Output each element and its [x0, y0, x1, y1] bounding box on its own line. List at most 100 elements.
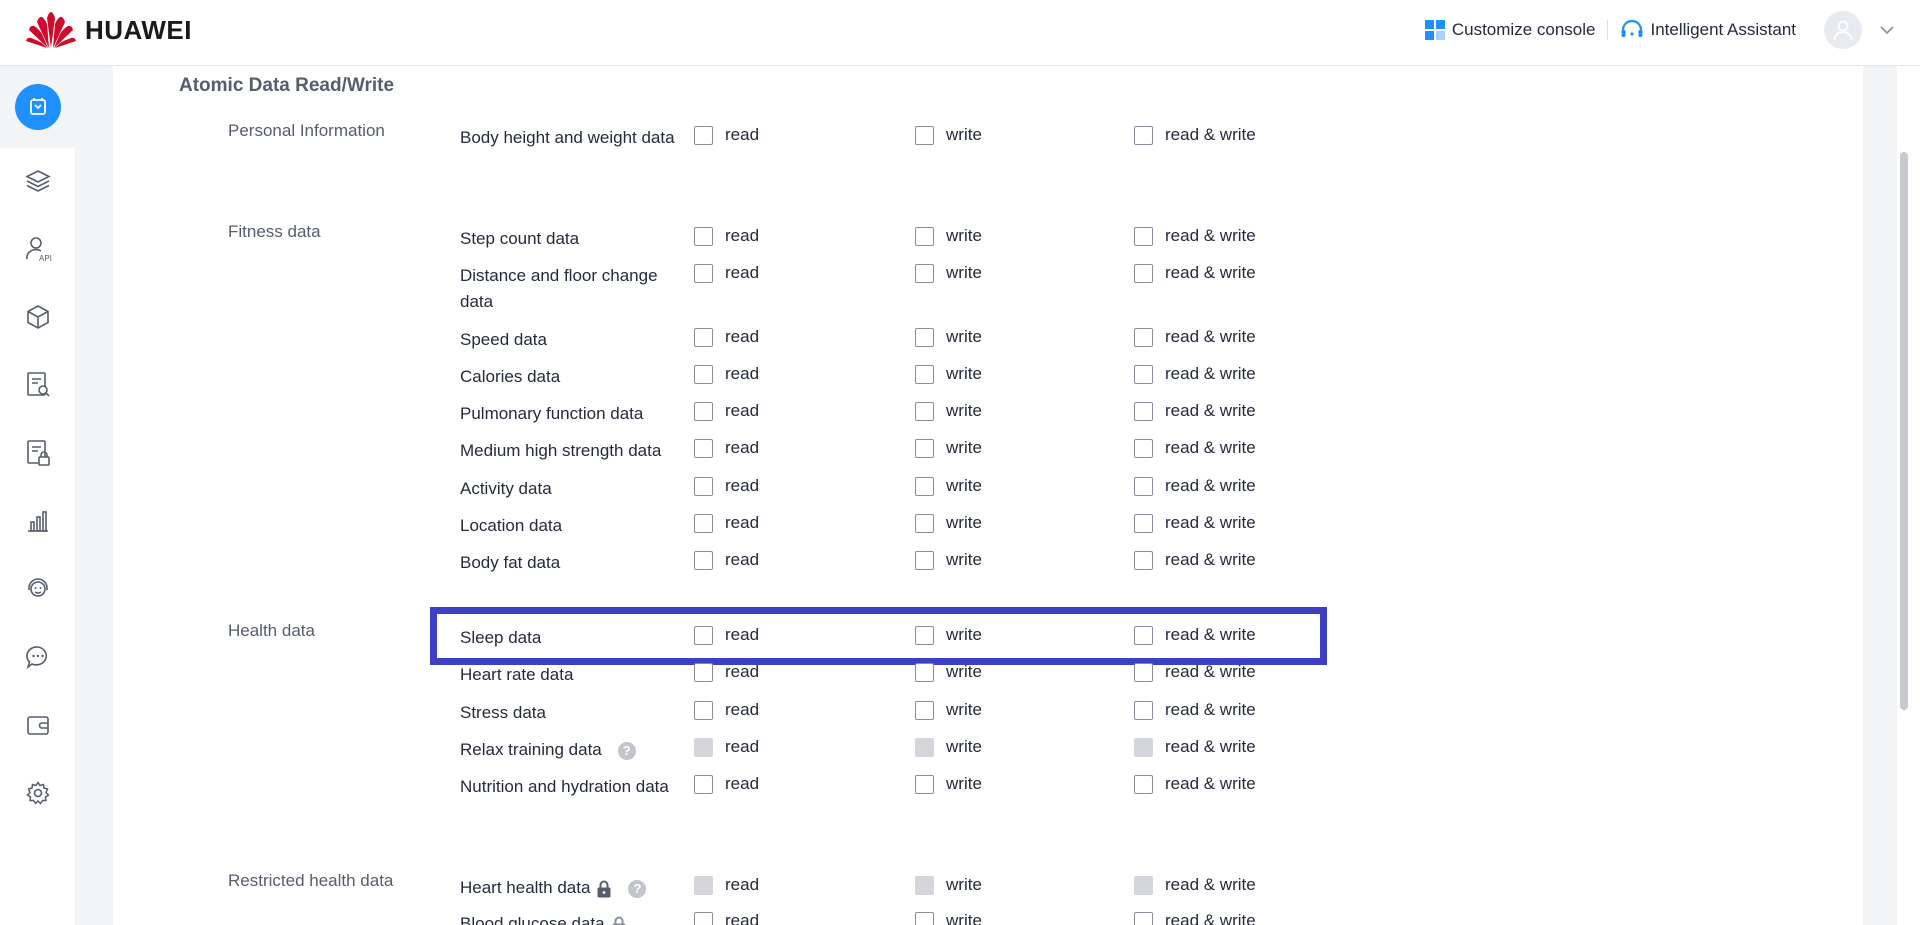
checkbox-box[interactable]	[915, 327, 934, 347]
read-write-checkbox[interactable]: read & write	[1134, 125, 1256, 145]
sidebar-item-document-lock[interactable]	[0, 426, 75, 480]
read-write-checkbox[interactable]: read & write	[1134, 513, 1256, 533]
checkbox-box[interactable]	[915, 438, 934, 458]
sidebar-item-analytics[interactable]	[0, 494, 75, 548]
checkbox-box[interactable]	[1134, 476, 1153, 496]
read-write-checkbox[interactable]: read & write	[1134, 476, 1256, 496]
read-write-checkbox[interactable]: read & write	[1134, 327, 1256, 347]
read-checkbox[interactable]: read	[694, 513, 759, 533]
read-checkbox[interactable]: read	[694, 625, 759, 645]
checkbox-box[interactable]	[694, 911, 713, 925]
checkbox-box[interactable]	[1134, 327, 1153, 347]
checkbox-box[interactable]	[1134, 550, 1153, 570]
checkbox-box[interactable]	[694, 401, 713, 421]
scrollbar-thumb[interactable]	[1900, 152, 1908, 710]
read-checkbox[interactable]: read	[694, 476, 759, 496]
read-checkbox[interactable]: read	[694, 662, 759, 682]
checkbox-box[interactable]	[1134, 364, 1153, 384]
checkbox-box[interactable]	[694, 550, 713, 570]
checkbox-box[interactable]	[694, 700, 713, 720]
checkbox-box[interactable]	[694, 513, 713, 533]
sidebar-item-layers[interactable]	[0, 154, 75, 208]
checkbox-box[interactable]	[694, 476, 713, 496]
checkbox-box[interactable]	[915, 401, 934, 421]
checkbox-box[interactable]	[915, 774, 934, 794]
checkbox-box[interactable]	[1134, 263, 1153, 283]
sidebar-item-chat[interactable]	[0, 630, 75, 684]
write-checkbox[interactable]: write	[915, 364, 982, 384]
read-write-checkbox[interactable]: read & write	[1134, 550, 1256, 570]
write-checkbox[interactable]: write	[915, 476, 982, 496]
read-checkbox[interactable]: read	[694, 364, 759, 384]
write-checkbox[interactable]: write	[915, 438, 982, 458]
checkbox-box[interactable]	[915, 364, 934, 384]
checkbox-box[interactable]	[694, 625, 713, 645]
write-checkbox[interactable]: write	[915, 513, 982, 533]
sidebar-item-support[interactable]	[0, 562, 75, 616]
read-write-checkbox[interactable]: read & write	[1134, 911, 1256, 925]
sidebar-item-document-search[interactable]	[0, 358, 75, 412]
sidebar-item-app-service[interactable]	[0, 66, 75, 148]
read-checkbox[interactable]: read	[694, 125, 759, 145]
write-checkbox[interactable]: write	[915, 401, 982, 421]
write-checkbox[interactable]: write	[915, 700, 982, 720]
checkbox-box[interactable]	[694, 327, 713, 347]
checkbox-box[interactable]	[694, 364, 713, 384]
customize-console-button[interactable]: Customize console	[1424, 19, 1595, 41]
checkbox-box[interactable]	[915, 476, 934, 496]
write-checkbox[interactable]: write	[915, 625, 982, 645]
checkbox-box[interactable]	[915, 625, 934, 645]
read-write-checkbox[interactable]: read & write	[1134, 774, 1256, 794]
read-write-checkbox[interactable]: read & write	[1134, 438, 1256, 458]
checkbox-box[interactable]	[694, 226, 713, 246]
read-checkbox[interactable]: read	[694, 550, 759, 570]
read-checkbox[interactable]: read	[694, 438, 759, 458]
checkbox-box[interactable]	[915, 513, 934, 533]
sidebar-item-cube[interactable]	[0, 290, 75, 344]
write-checkbox[interactable]: write	[915, 911, 982, 925]
read-write-checkbox[interactable]: read & write	[1134, 263, 1256, 283]
checkbox-box[interactable]	[1134, 438, 1153, 458]
checkbox-box[interactable]	[1134, 700, 1153, 720]
write-checkbox[interactable]: write	[915, 327, 982, 347]
checkbox-box[interactable]	[1134, 625, 1153, 645]
write-checkbox[interactable]: write	[915, 125, 982, 145]
checkbox-box[interactable]	[915, 700, 934, 720]
read-checkbox[interactable]: read	[694, 700, 759, 720]
read-checkbox[interactable]: read	[694, 401, 759, 421]
read-checkbox[interactable]: read	[694, 263, 759, 283]
checkbox-box[interactable]	[915, 226, 934, 246]
read-write-checkbox[interactable]: read & write	[1134, 662, 1256, 682]
checkbox-box[interactable]	[694, 662, 713, 682]
user-avatar[interactable]	[1824, 11, 1862, 49]
read-checkbox[interactable]: read	[694, 327, 759, 347]
huawei-logo[interactable]: HUAWEI	[25, 10, 192, 50]
read-write-checkbox[interactable]: read & write	[1134, 364, 1256, 384]
read-write-checkbox[interactable]: read & write	[1134, 625, 1256, 645]
checkbox-box[interactable]	[915, 125, 934, 145]
checkbox-box[interactable]	[694, 774, 713, 794]
sidebar-item-wallet[interactable]	[0, 698, 75, 752]
read-write-checkbox[interactable]: read & write	[1134, 700, 1256, 720]
write-checkbox[interactable]: write	[915, 226, 982, 246]
help-icon[interactable]: ?	[617, 741, 636, 760]
intelligent-assistant-button[interactable]: Intelligent Assistant	[1620, 19, 1796, 41]
write-checkbox[interactable]: write	[915, 263, 982, 283]
checkbox-box[interactable]	[694, 125, 713, 145]
read-checkbox[interactable]: read	[694, 774, 759, 794]
help-icon[interactable]: ?	[628, 879, 647, 898]
checkbox-box[interactable]	[1134, 774, 1153, 794]
read-checkbox[interactable]: read	[694, 226, 759, 246]
checkbox-box[interactable]	[1134, 125, 1153, 145]
checkbox-box[interactable]	[915, 911, 934, 925]
read-write-checkbox[interactable]: read & write	[1134, 226, 1256, 246]
sidebar-item-settings[interactable]	[0, 766, 75, 820]
read-checkbox[interactable]: read	[694, 911, 759, 925]
read-write-checkbox[interactable]: read & write	[1134, 401, 1256, 421]
write-checkbox[interactable]: write	[915, 550, 982, 570]
write-checkbox[interactable]: write	[915, 662, 982, 682]
checkbox-box[interactable]	[915, 263, 934, 283]
chevron-down-icon[interactable]	[1880, 25, 1894, 35]
checkbox-box[interactable]	[1134, 662, 1153, 682]
checkbox-box[interactable]	[1134, 401, 1153, 421]
